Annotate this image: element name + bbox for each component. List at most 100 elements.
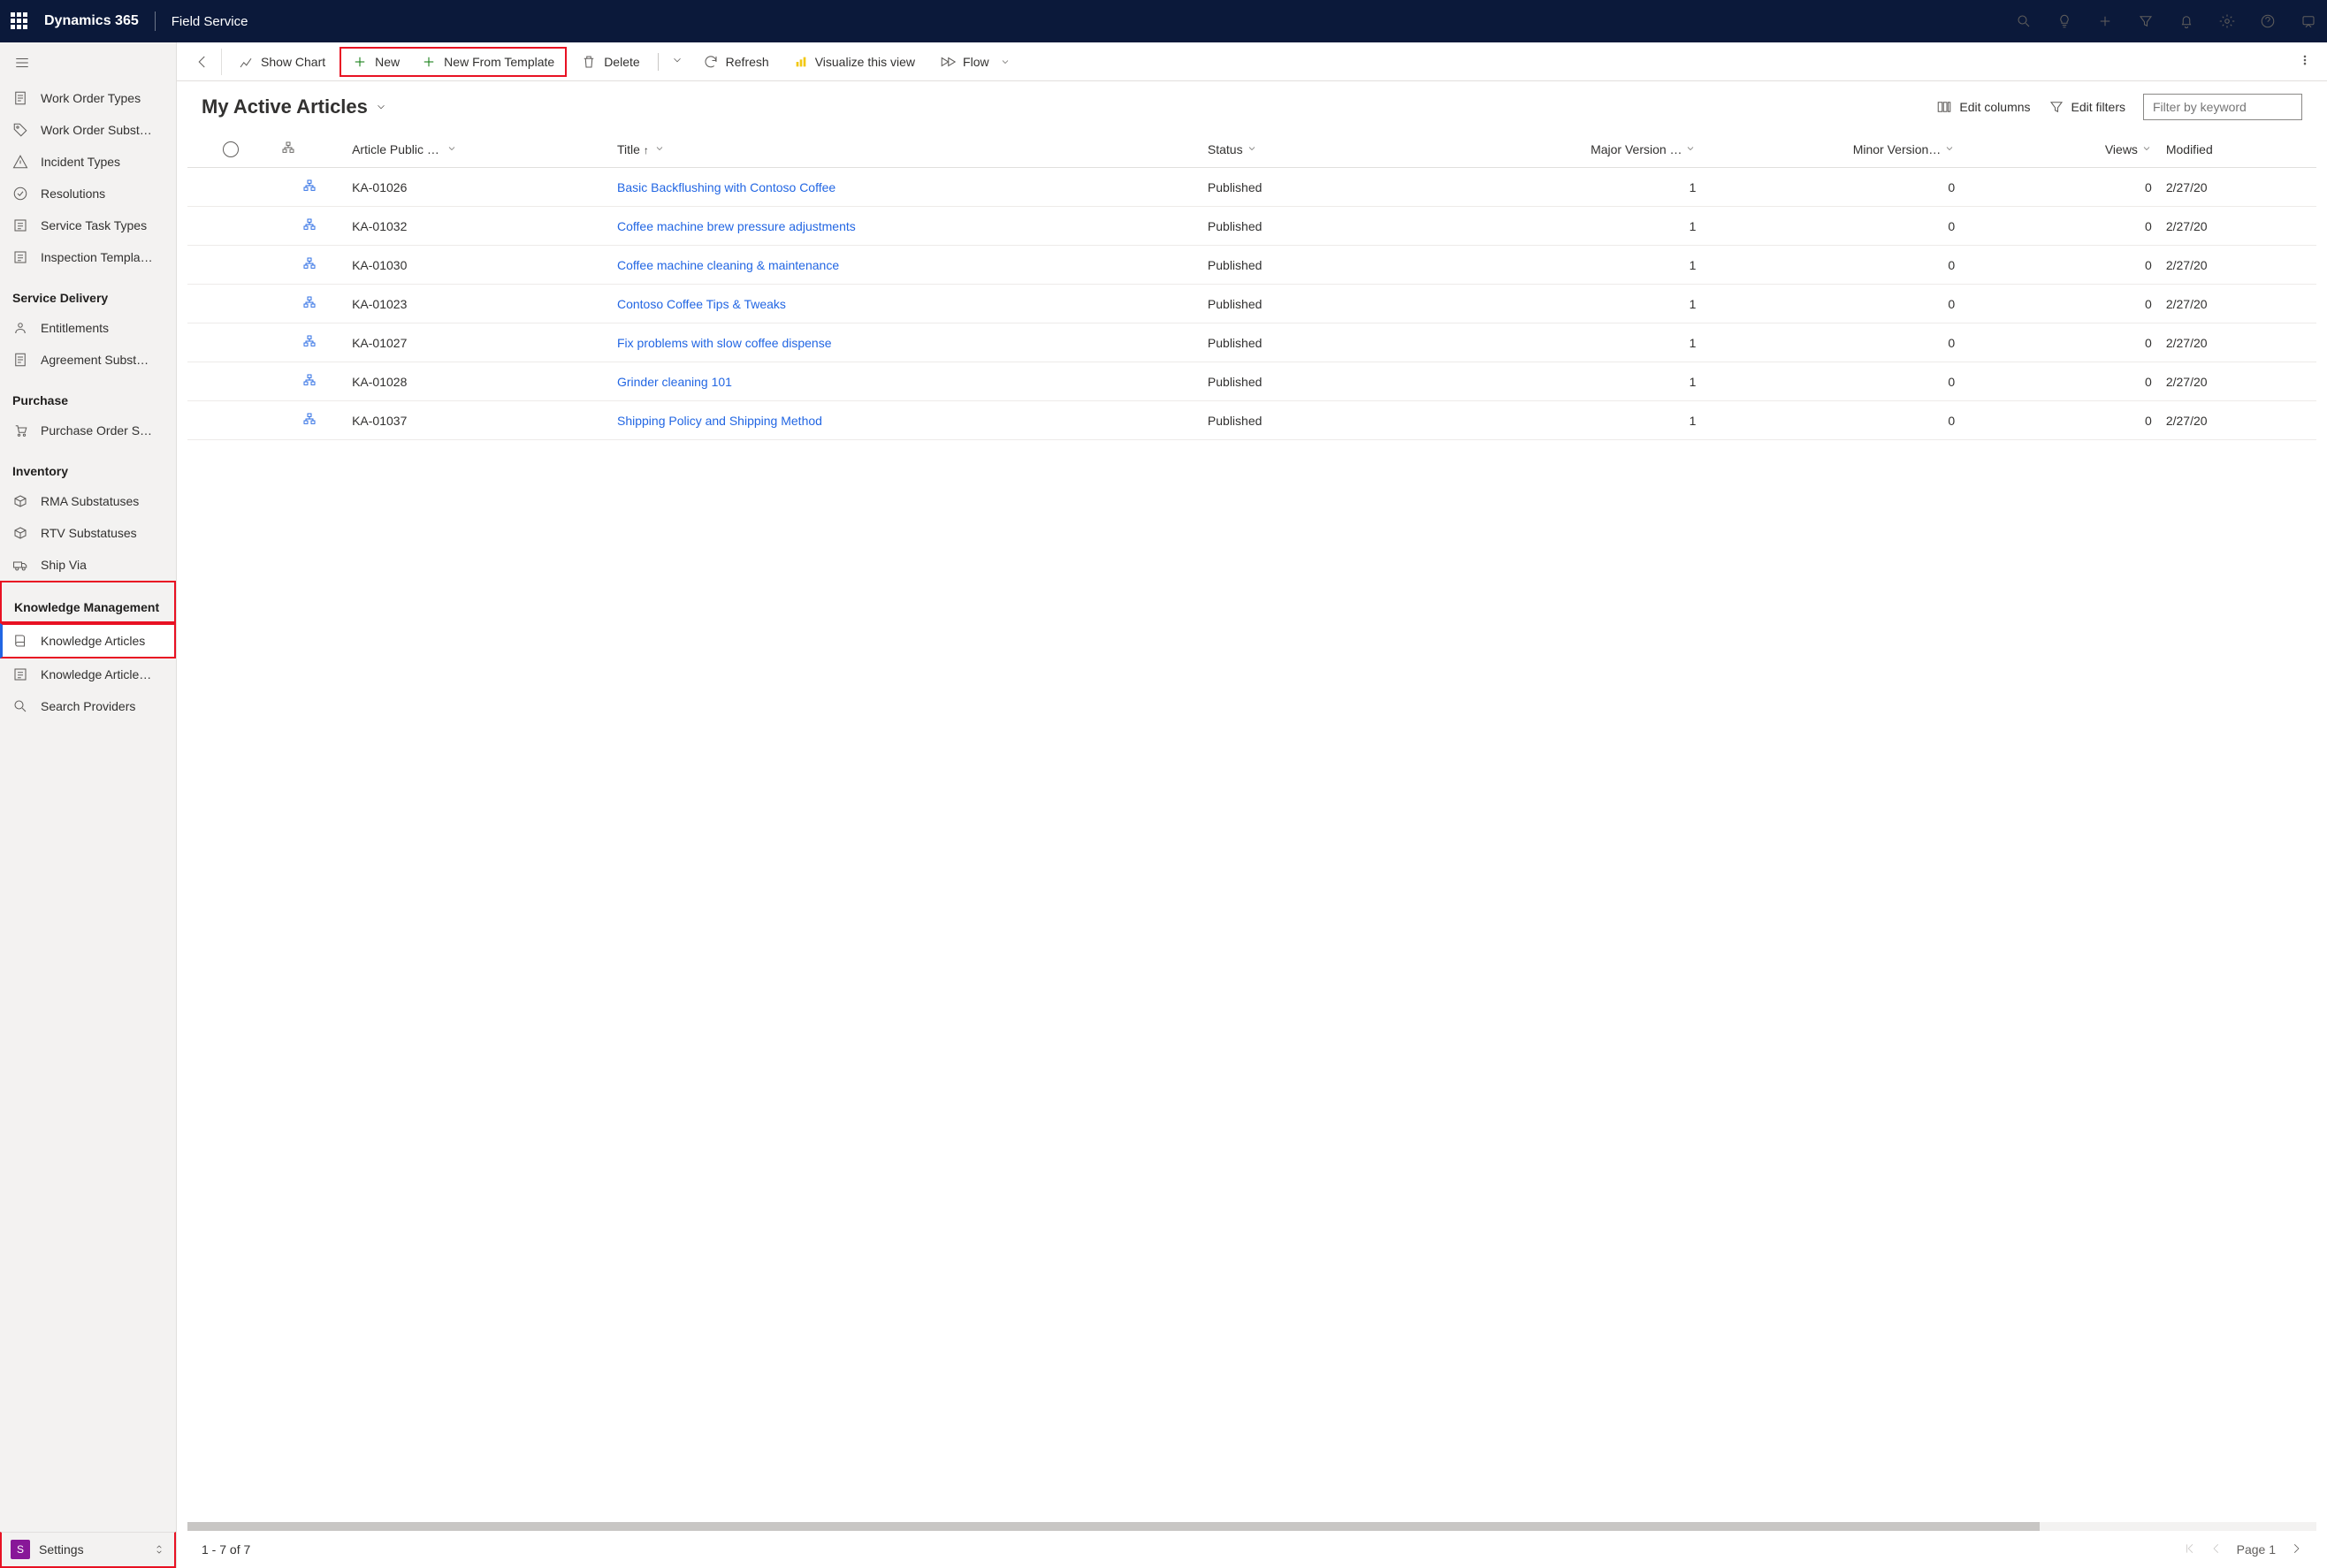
visualize-button[interactable]: Visualize this view [783, 49, 926, 75]
cell-modified: 2/27/20 [2159, 401, 2316, 440]
nav-label: Ship Via [41, 558, 87, 572]
nav-label: Entitlements [41, 321, 109, 335]
col-status[interactable]: Status [1201, 131, 1437, 168]
plus-icon [421, 54, 437, 70]
cell-article-number: KA-01028 [345, 362, 610, 401]
hierarchy-icon[interactable] [274, 168, 345, 207]
nav-item[interactable]: RTV Substatuses [0, 517, 176, 549]
delete-chevron[interactable] [666, 50, 689, 72]
brand-name: Dynamics 365 [44, 13, 139, 29]
nav-item[interactable]: Work Order Types [0, 82, 176, 114]
area-label: Settings [39, 1542, 84, 1557]
view-selector[interactable]: My Active Articles [202, 95, 387, 118]
filter-icon[interactable] [2138, 13, 2154, 29]
nav-icon [12, 122, 28, 138]
table-row[interactable]: KA-01028Grinder cleaning 101Published100… [187, 362, 2316, 401]
flow-icon [940, 54, 956, 70]
nav-icon [12, 186, 28, 202]
nav-icon [12, 217, 28, 233]
nav-item[interactable]: Entitlements [0, 312, 176, 344]
hamburger-button[interactable] [0, 42, 176, 82]
assistant-icon[interactable] [2300, 13, 2316, 29]
new-from-template-button[interactable]: New From Template [410, 49, 565, 75]
nav-item[interactable]: Ship Via [0, 549, 176, 581]
nav-item[interactable]: RMA Substatuses [0, 485, 176, 517]
delete-button[interactable]: Delete [570, 49, 650, 75]
nav-item[interactable]: Service Task Types [0, 209, 176, 241]
cell-article-number: KA-01026 [345, 168, 610, 207]
back-button[interactable] [184, 49, 222, 75]
select-all-header[interactable] [187, 131, 274, 168]
hierarchy-icon[interactable] [274, 285, 345, 323]
new-button[interactable]: New [341, 49, 410, 75]
refresh-button[interactable]: Refresh [692, 49, 780, 75]
pager-prev[interactable] [2210, 1541, 2223, 1559]
cell-article-number: KA-01037 [345, 401, 610, 440]
nav-label: Agreement Subst… [41, 353, 149, 367]
cell-title[interactable]: Coffee machine cleaning & maintenance [610, 246, 1201, 285]
row-select[interactable] [187, 246, 274, 285]
hierarchy-icon[interactable] [274, 362, 345, 401]
overflow-button[interactable] [2290, 47, 2320, 76]
nav-item[interactable]: Agreement Subst… [0, 344, 176, 376]
nav-item[interactable]: Inspection Templa… [0, 241, 176, 273]
table-row[interactable]: KA-01026Basic Backflushing with Contoso … [187, 168, 2316, 207]
col-minor[interactable]: Minor Version… [1703, 131, 1962, 168]
cell-title[interactable]: Shipping Policy and Shipping Method [610, 401, 1201, 440]
col-article-number[interactable]: Article Public … [345, 131, 610, 168]
col-title[interactable]: Title ↑ [610, 131, 1201, 168]
row-select[interactable] [187, 168, 274, 207]
edit-columns-button[interactable]: Edit columns [1936, 99, 2030, 115]
horizontal-scrollbar[interactable] [187, 1522, 2316, 1531]
hierarchy-icon[interactable] [274, 246, 345, 285]
cell-title[interactable]: Fix problems with slow coffee dispense [610, 323, 1201, 362]
nav-item[interactable]: Knowledge Article… [0, 658, 176, 690]
nav-item[interactable]: Incident Types [0, 146, 176, 178]
hierarchy-icon[interactable] [274, 323, 345, 362]
nav-item[interactable]: Knowledge Articles [0, 623, 176, 658]
pager-next[interactable] [2290, 1541, 2302, 1559]
add-icon[interactable] [2097, 13, 2113, 29]
col-views[interactable]: Views [1962, 131, 2159, 168]
edit-filters-button[interactable]: Edit filters [2049, 99, 2125, 115]
col-modified[interactable]: Modified [2159, 131, 2316, 168]
nav-item[interactable]: Search Providers [0, 690, 176, 722]
search-icon[interactable] [2016, 13, 2032, 29]
row-select[interactable] [187, 362, 274, 401]
hierarchy-icon[interactable] [274, 207, 345, 246]
hierarchy-icon[interactable] [274, 401, 345, 440]
cell-views: 0 [1962, 246, 2159, 285]
cell-title[interactable]: Coffee machine brew pressure adjustments [610, 207, 1201, 246]
table-row[interactable]: KA-01032Coffee machine brew pressure adj… [187, 207, 2316, 246]
table-row[interactable]: KA-01037Shipping Policy and Shipping Met… [187, 401, 2316, 440]
row-select[interactable] [187, 285, 274, 323]
filter-keyword-input[interactable] [2143, 94, 2302, 120]
show-chart-button[interactable]: Show Chart [227, 49, 336, 75]
nav-item[interactable]: Resolutions [0, 178, 176, 209]
nav-icon [12, 666, 28, 682]
nav-item[interactable]: Work Order Subst… [0, 114, 176, 146]
nav-item[interactable]: Purchase Order S… [0, 415, 176, 446]
cell-title[interactable]: Grinder cleaning 101 [610, 362, 1201, 401]
bell-icon[interactable] [2178, 13, 2194, 29]
table-row[interactable]: KA-01030Coffee machine cleaning & mainte… [187, 246, 2316, 285]
row-select[interactable] [187, 207, 274, 246]
cell-title[interactable]: Basic Backflushing with Contoso Coffee [610, 168, 1201, 207]
settings-icon[interactable] [2219, 13, 2235, 29]
nav-icon [12, 525, 28, 541]
col-major[interactable]: Major Version … [1437, 131, 1703, 168]
flow-button[interactable]: Flow [929, 49, 1021, 75]
help-icon[interactable] [2260, 13, 2276, 29]
table-row[interactable]: KA-01023Contoso Coffee Tips & TweaksPubl… [187, 285, 2316, 323]
app-launcher-icon[interactable] [11, 12, 28, 30]
area-switcher[interactable]: S Settings [0, 1532, 176, 1568]
row-select[interactable] [187, 401, 274, 440]
powerbi-icon [794, 54, 808, 70]
table-row[interactable]: KA-01027Fix problems with slow coffee di… [187, 323, 2316, 362]
cell-views: 0 [1962, 285, 2159, 323]
pager-first[interactable] [2184, 1541, 2196, 1559]
cell-title[interactable]: Contoso Coffee Tips & Tweaks [610, 285, 1201, 323]
row-select[interactable] [187, 323, 274, 362]
lightbulb-icon[interactable] [2056, 13, 2072, 29]
cell-modified: 2/27/20 [2159, 207, 2316, 246]
